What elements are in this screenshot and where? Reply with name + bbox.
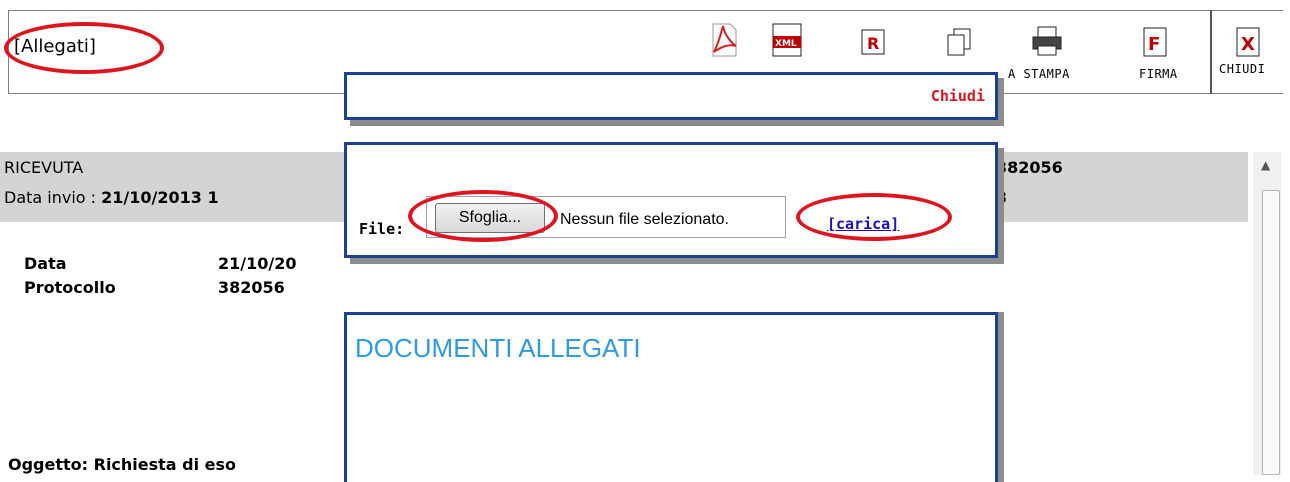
receipt-title: RICEVUTA [4,158,84,177]
firma-icon: F [1143,27,1167,57]
file-label: File: [359,220,405,238]
print-label: A STAMPA [1008,67,1070,81]
chiudi-toolbar-button[interactable]: X [1233,26,1263,60]
receipt-protocol-partial: 382056 [996,158,1063,177]
annotation-ellipse-allegati [4,22,164,74]
popup-chiudi-link[interactable]: Chiudi [931,87,985,105]
chiudi-separator [1210,10,1212,94]
r-button[interactable]: R [860,28,888,58]
protocollo-label: Protocollo [24,278,116,297]
copy-button[interactable] [944,26,974,58]
date-label: Data invio : [4,188,102,207]
firma-button[interactable]: F [1140,26,1170,60]
receipt-date: Data invio : 21/10/2013 1 [4,188,219,207]
svg-text:X: X [1241,34,1255,55]
documents-title: DOCUMENTI ALLEGATI [355,333,641,363]
protocollo-value: 382056 [218,278,285,297]
r-icon: R [861,29,885,55]
annotation-ellipse-sfoglia [408,190,558,242]
print-button[interactable] [1030,24,1064,58]
chiudi-toolbar-label: CHIUDI [1219,62,1266,76]
date-value: 21/10/2013 1 [101,188,219,207]
copy-icon [947,28,971,56]
xml-button[interactable]: XML [770,22,806,58]
printer-icon [1032,26,1062,56]
svg-text:R: R [867,34,879,53]
popup-close-bar: Chiudi [344,72,998,120]
pdf-button[interactable] [710,22,738,58]
svg-text:F: F [1148,34,1160,55]
xml-icon: XML [772,23,802,57]
oggetto-text: Oggetto: Richiesta di eso [8,455,237,474]
chiudi-icon: X [1236,27,1260,57]
scroll-thumb[interactable] [1262,190,1280,475]
annotation-ellipse-carica [796,193,952,241]
data-label: Data [24,254,67,273]
pdf-icon [712,23,737,57]
firma-label: FIRMA [1139,67,1178,81]
documents-panel: DOCUMENTI ALLEGATI [344,312,998,482]
scroll-up-arrow-icon[interactable]: ▲ [1261,158,1270,172]
no-file-text: Nessun file selezionato. [560,211,729,228]
data-value: 21/10/20 [218,254,297,273]
svg-text:XML: XML [775,39,797,49]
